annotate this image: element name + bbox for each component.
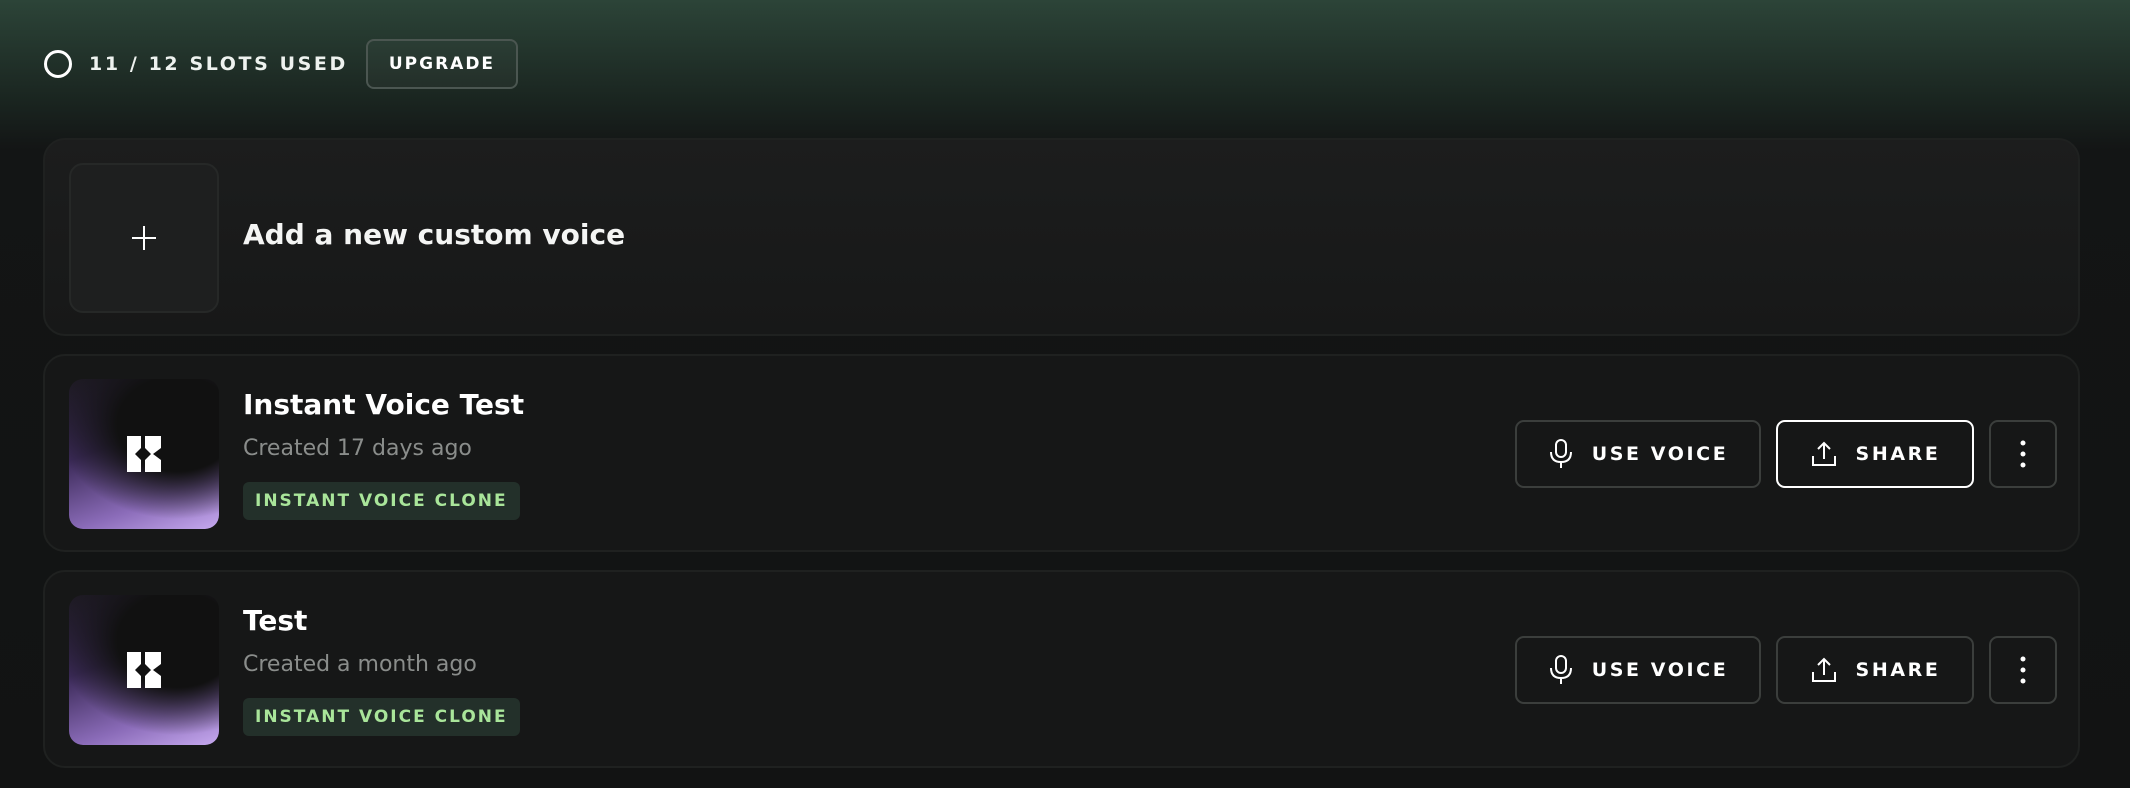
voice-logo-icon xyxy=(127,436,161,472)
more-options-button[interactable] xyxy=(1989,636,2057,704)
share-button[interactable]: SHARE xyxy=(1776,420,1974,488)
voice-thumbnail xyxy=(69,595,219,745)
share-label: SHARE xyxy=(1855,443,1941,465)
upload-icon xyxy=(1811,441,1836,466)
progress-ring-icon xyxy=(44,50,72,78)
voice-name: Test xyxy=(243,604,308,637)
more-vertical-icon xyxy=(2020,656,2026,684)
slots-used-label: 11 / 12 SLOTS USED xyxy=(89,53,348,75)
plus-icon xyxy=(132,226,156,250)
more-options-button[interactable] xyxy=(1989,420,2057,488)
voice-thumbnail xyxy=(69,379,219,529)
use-voice-label: USE VOICE xyxy=(1591,443,1729,465)
use-voice-button[interactable]: USE VOICE xyxy=(1515,636,1761,704)
upload-icon xyxy=(1811,657,1836,682)
add-voice-label: Add a new custom voice xyxy=(243,218,626,251)
voice-name: Instant Voice Test xyxy=(243,388,525,421)
add-voice-card[interactable]: Add a new custom voice xyxy=(43,138,2080,336)
add-voice-tile[interactable] xyxy=(69,163,219,313)
voice-card: Test Created a month ago INSTANT VOICE C… xyxy=(43,570,2080,768)
voice-logo-icon xyxy=(127,652,161,688)
use-voice-button[interactable]: USE VOICE xyxy=(1515,420,1761,488)
share-label: SHARE xyxy=(1855,659,1941,681)
share-button[interactable]: SHARE xyxy=(1776,636,1974,704)
microphone-icon xyxy=(1549,439,1572,468)
slots-header: 11 / 12 SLOTS USED UPGRADE xyxy=(43,38,519,90)
voices-page: 11 / 12 SLOTS USED UPGRADE Add a new cus… xyxy=(0,0,2130,788)
microphone-icon xyxy=(1549,655,1572,684)
voice-type-badge: INSTANT VOICE CLONE xyxy=(243,698,520,736)
voice-created-date: Created 17 days ago xyxy=(243,436,472,461)
upgrade-button[interactable]: UPGRADE xyxy=(365,39,519,89)
more-vertical-icon xyxy=(2020,440,2026,468)
voice-created-date: Created a month ago xyxy=(243,652,477,677)
voice-type-badge: INSTANT VOICE CLONE xyxy=(243,482,520,520)
use-voice-label: USE VOICE xyxy=(1591,659,1729,681)
voice-card: Instant Voice Test Created 17 days ago I… xyxy=(43,354,2080,552)
